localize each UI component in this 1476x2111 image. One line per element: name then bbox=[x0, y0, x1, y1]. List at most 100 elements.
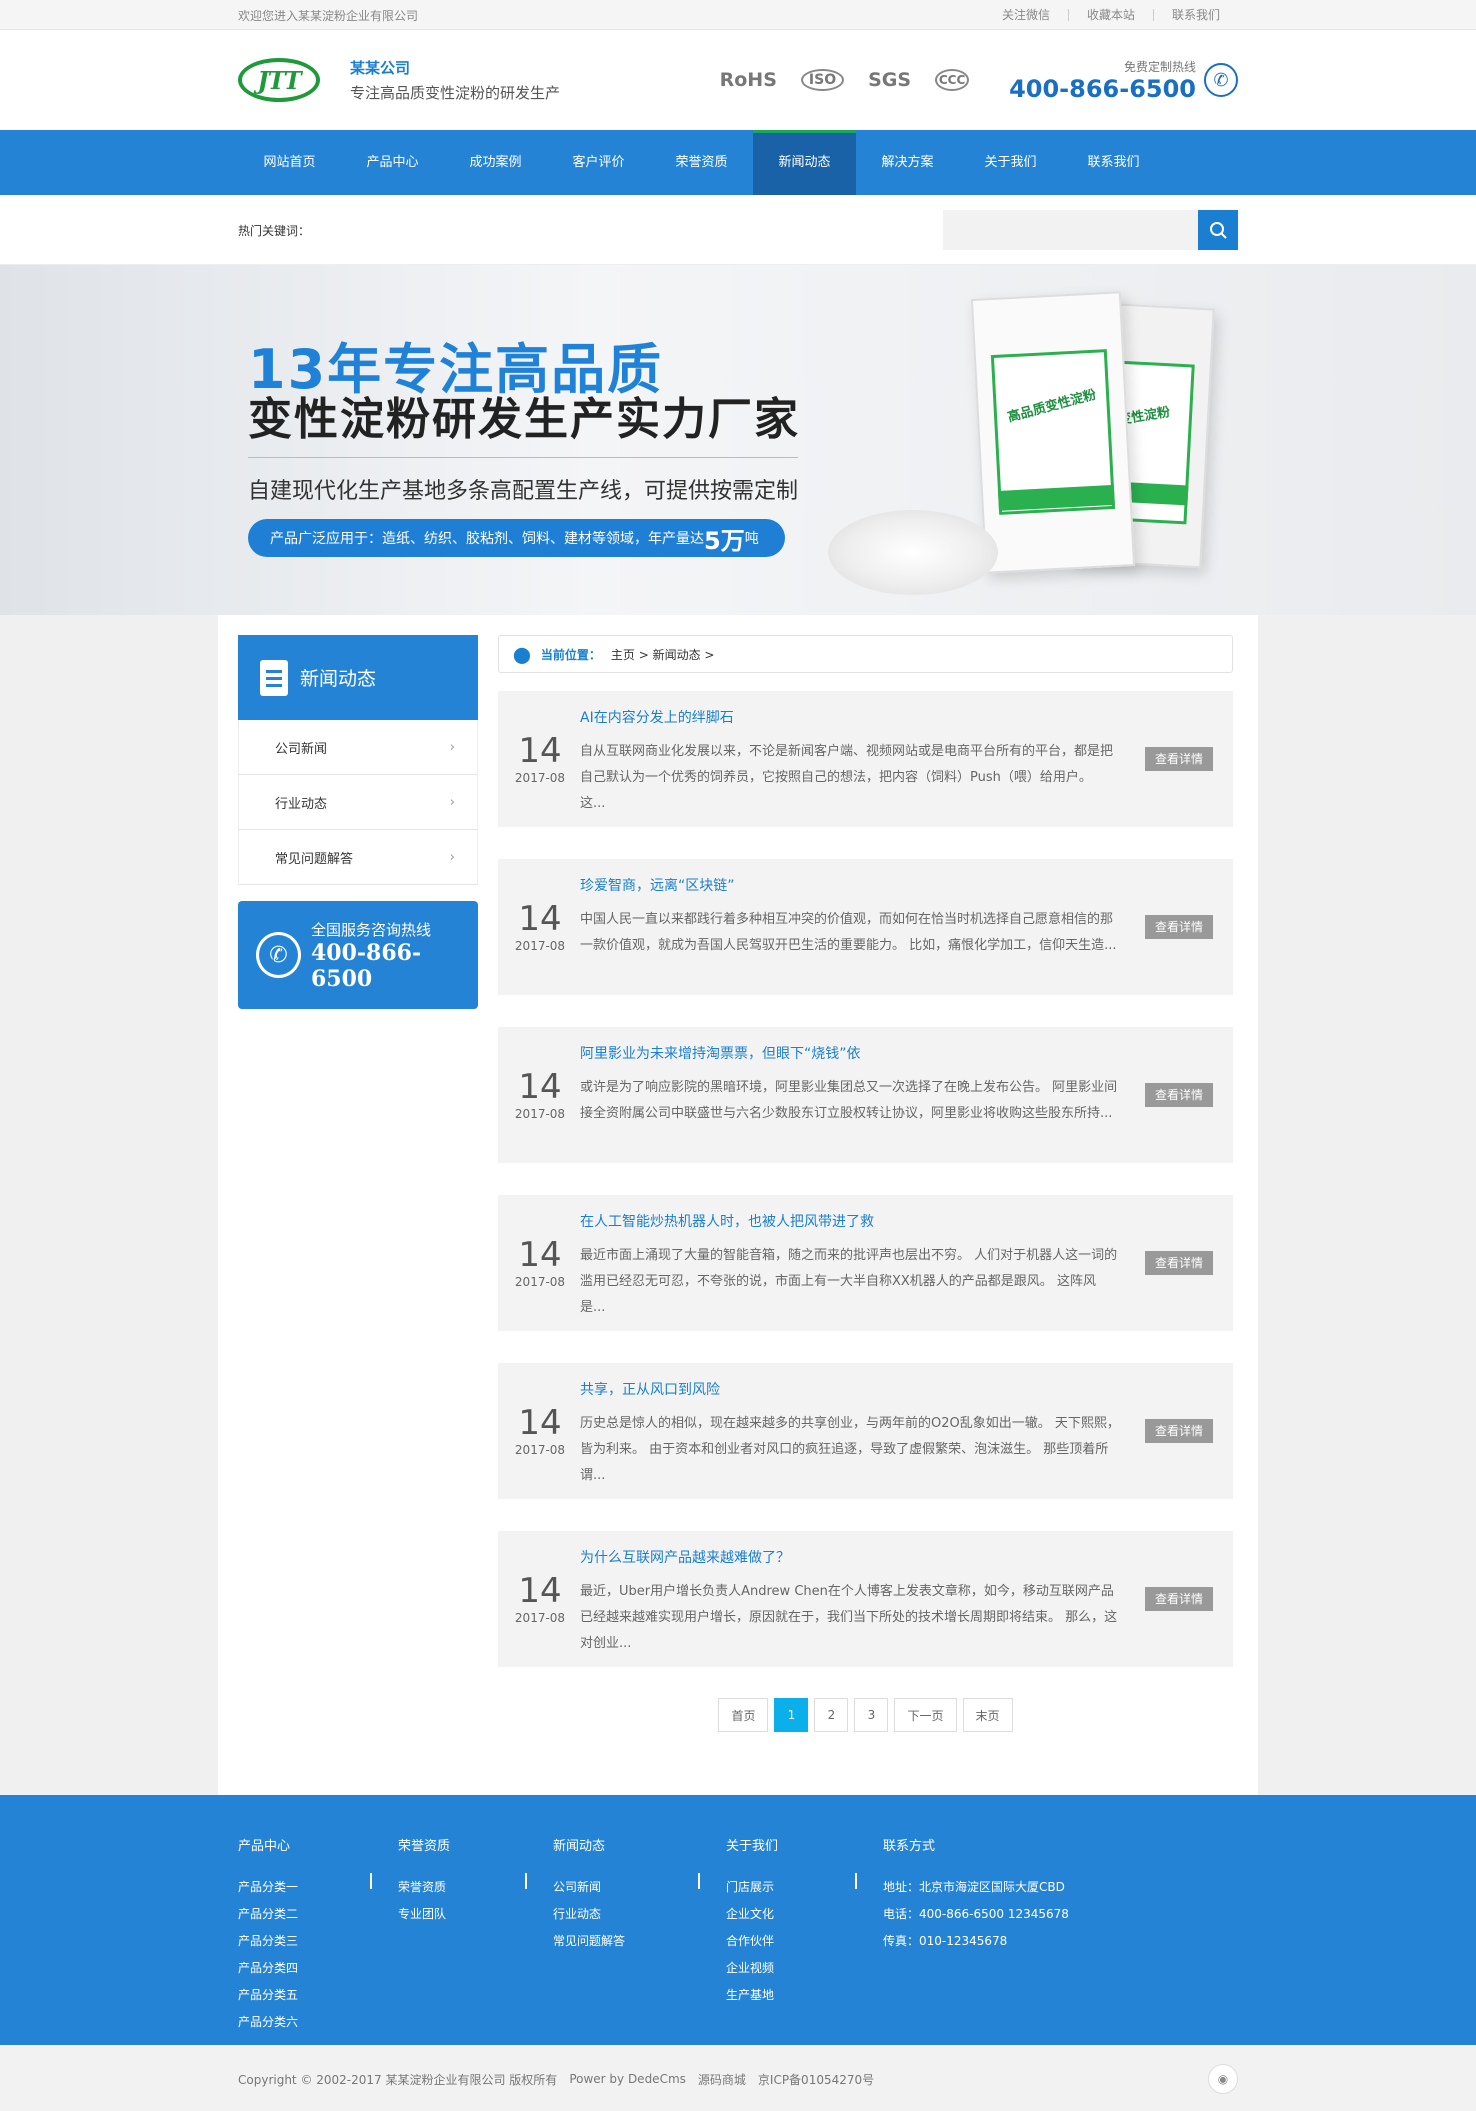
news-desc: 或许是为了响应影院的黑暗环境，阿里影业集团总又一次选择了在晚上发布公告。 阿里影… bbox=[580, 1080, 1118, 1121]
breadcrumb-label: 当前位置： bbox=[540, 647, 601, 662]
nav-item-news[interactable]: 新闻动态 bbox=[753, 130, 856, 195]
sidebar-item-label: 常见问题解答 bbox=[275, 851, 354, 867]
company-logo[interactable]: JTT bbox=[238, 58, 320, 102]
view-details-button[interactable]: 查看详情 bbox=[1145, 1419, 1213, 1443]
powered-by[interactable]: Power by DedeCms bbox=[569, 2072, 686, 2086]
footer-link[interactable]: 产品分类三 bbox=[238, 1932, 398, 1949]
rohs-cert: RoHS bbox=[719, 69, 777, 91]
pager-page-2[interactable]: 2 bbox=[814, 1698, 849, 1732]
footer-link[interactable]: 门店展示 bbox=[726, 1878, 883, 1895]
pager-page-1[interactable]: 1 bbox=[774, 1698, 809, 1732]
ccc-cert: CCC bbox=[935, 69, 970, 91]
view-details-button[interactable]: 查看详情 bbox=[1145, 1251, 1213, 1275]
footer-link[interactable]: 合作伙伴 bbox=[726, 1932, 883, 1949]
footer-link[interactable]: 产品分类一 bbox=[238, 1878, 398, 1895]
news-day: 14 bbox=[518, 1571, 562, 1611]
footer-link[interactable]: 产品分类二 bbox=[238, 1905, 398, 1922]
view-details-button[interactable]: 查看详情 bbox=[1145, 747, 1213, 771]
view-details-button[interactable]: 查看详情 bbox=[1145, 915, 1213, 939]
footer-link[interactable]: 产品分类六 bbox=[238, 2013, 398, 2030]
top-link-contact[interactable]: 联系我们 bbox=[1152, 9, 1238, 21]
brand-name: 某某公司 bbox=[350, 59, 411, 77]
copyright-bar: Copyright © 2002-2017 某某淀粉企业有限公司 版权所有 Po… bbox=[0, 2045, 1476, 2111]
hero-banner: 13年专注高品质 变性淀粉研发生产实力厂家 自建现代化生产基地多条高配置生产线，… bbox=[0, 265, 1476, 615]
news-desc: 最近市面上涌现了大量的智能音箱，随之而来的批评声也层出不穷。 人们对于机器人这一… bbox=[580, 1248, 1118, 1315]
news-year-month: 2017-08 bbox=[514, 1443, 566, 1457]
news-title[interactable]: 珍爱智商，远离“区块链” bbox=[580, 875, 735, 895]
footer-col-title: 联系方式 bbox=[883, 1839, 936, 1854]
pager-page-3[interactable]: 3 bbox=[854, 1698, 889, 1732]
top-link-favorite[interactable]: 收藏本站 bbox=[1067, 9, 1153, 21]
footer-link[interactable]: 生产基地 bbox=[726, 1986, 883, 2003]
hot-keywords-label: 热门关键词： bbox=[238, 223, 311, 238]
chevron-right-icon: › bbox=[449, 739, 455, 755]
footer-link[interactable]: 企业文化 bbox=[726, 1905, 883, 1922]
sidebar-hotline-number: 400-866-6500 bbox=[310, 939, 422, 992]
banner-subheadline: 变性淀粉研发生产实力厂家 bbox=[248, 394, 800, 445]
news-title[interactable]: 为什么互联网产品越来越难做了？ bbox=[580, 1547, 790, 1567]
news-day: 14 bbox=[518, 1403, 562, 1443]
icp-number[interactable]: 京ICP备01054270号 bbox=[758, 2071, 874, 2088]
top-bar: 欢迎您进入某某淀粉企业有限公司 关注微信 收藏本站 联系我们 bbox=[0, 0, 1476, 30]
nav-item-home[interactable]: 网站首页 bbox=[238, 130, 341, 195]
starch-powder-image bbox=[828, 510, 998, 595]
news-year-month: 2017-08 bbox=[514, 1275, 566, 1289]
news-year-month: 2017-08 bbox=[514, 1611, 566, 1625]
footer-col-news: 新闻动态 公司新闻 行业动态 常见问题解答 bbox=[525, 1835, 726, 2040]
footer-link[interactable]: 企业视频 bbox=[726, 1959, 883, 1976]
document-icon bbox=[260, 659, 288, 696]
view-details-button[interactable]: 查看详情 bbox=[1145, 1083, 1213, 1107]
search-button[interactable] bbox=[1198, 210, 1238, 250]
footer-link[interactable]: 产品分类四 bbox=[238, 1959, 398, 1976]
footer-col-honors: 荣誉资质 荣誉资质 专业团队 bbox=[370, 1835, 553, 2040]
weibo-icon[interactable]: ◉ bbox=[1208, 2064, 1238, 2094]
pill-prefix: 产品广泛应用于：造纸、纺织、胶粘剂、饲料、建材等领域，年产量达 bbox=[270, 531, 704, 547]
top-link-wechat[interactable]: 关注微信 bbox=[984, 9, 1068, 21]
news-title[interactable]: 阿里影业为未来增持淘票票，但眼下“烧钱”依 bbox=[580, 1043, 861, 1063]
iso-cert: ISO bbox=[800, 69, 845, 91]
footer-link[interactable]: 产品分类五 bbox=[238, 1986, 398, 2003]
view-details-button[interactable]: 查看详情 bbox=[1145, 1587, 1213, 1611]
nav-item-products[interactable]: 产品中心 bbox=[341, 130, 444, 195]
nav-item-reviews[interactable]: 客户评价 bbox=[547, 130, 650, 195]
sidebar-title: 新闻动态 bbox=[300, 668, 377, 690]
nav-item-about[interactable]: 关于我们 bbox=[959, 130, 1062, 195]
sidebar-item-faq[interactable]: 常见问题解答 › bbox=[238, 830, 478, 885]
pager-first[interactable]: 首页 bbox=[718, 1698, 769, 1732]
footer-phone: 电话：400-866-6500 12345678 bbox=[883, 1907, 1069, 1921]
footer-link[interactable]: 行业动态 bbox=[553, 1905, 726, 1922]
nav-item-contact[interactable]: 联系我们 bbox=[1062, 130, 1165, 195]
footer-link[interactable]: 公司新闻 bbox=[553, 1878, 726, 1895]
header-hotline: 免费定制热线 400-866-6500 bbox=[1009, 58, 1196, 103]
pager-next[interactable]: 下一页 bbox=[894, 1698, 957, 1732]
search-bar: 热门关键词： bbox=[0, 195, 1476, 265]
nav-item-cases[interactable]: 成功案例 bbox=[444, 130, 547, 195]
news-day: 14 bbox=[518, 899, 562, 939]
welcome-text: 欢迎您进入某某淀粉企业有限公司 bbox=[238, 8, 419, 23]
news-title[interactable]: 在人工智能炒热机器人时，也被人把风带进了救 bbox=[580, 1211, 874, 1231]
sidebar-item-industry-news[interactable]: 行业动态 › bbox=[238, 775, 478, 830]
breadcrumb-path[interactable]: 主页 > 新闻动态 > bbox=[611, 646, 715, 663]
certification-logos: RoHS ISO SGS CCC bbox=[719, 69, 970, 91]
footer-link[interactable]: 荣誉资质 bbox=[398, 1878, 553, 1895]
nav-item-solutions[interactable]: 解决方案 bbox=[856, 130, 959, 195]
top-links: 关注微信 收藏本站 联系我们 bbox=[984, 9, 1238, 21]
main-content: 新闻动态 公司新闻 › 行业动态 › 常见问题解答 › ✆ 全国服务咨询热线 400-… bbox=[218, 615, 1258, 1795]
news-item: 14 2017-08 共享，正从风口到风险 历史总是惊人的相似，现在越来越多的共享… bbox=[498, 1363, 1233, 1499]
sidebar-item-company-news[interactable]: 公司新闻 › bbox=[238, 720, 478, 775]
banner-tagline: 自建现代化生产基地多条高配置生产线，可提供按需定制 bbox=[248, 479, 799, 504]
search-box bbox=[943, 210, 1238, 250]
news-year-month: 2017-08 bbox=[514, 939, 566, 953]
brand-block: 某某公司 专注高品质变性淀粉的研发生产 bbox=[350, 57, 560, 103]
source-mall-link[interactable]: 源码商城 bbox=[698, 2071, 746, 2088]
pager-last[interactable]: 末页 bbox=[962, 1698, 1013, 1732]
footer-link[interactable]: 专业团队 bbox=[398, 1905, 553, 1922]
search-input[interactable] bbox=[943, 210, 1198, 250]
nav-item-honors[interactable]: 荣誉资质 bbox=[650, 130, 753, 195]
news-title[interactable]: AI在内容分发上的绊脚石 bbox=[580, 707, 734, 727]
news-item: 14 2017-08 AI在内容分发上的绊脚石 自从互联网商业化发展以来，不论是新… bbox=[498, 691, 1233, 827]
footer-link[interactable]: 常见问题解答 bbox=[553, 1932, 726, 1949]
news-day: 14 bbox=[518, 1235, 562, 1275]
news-title[interactable]: 共享，正从风口到风险 bbox=[580, 1379, 720, 1399]
hotline-label: 免费定制热线 bbox=[1123, 59, 1196, 74]
